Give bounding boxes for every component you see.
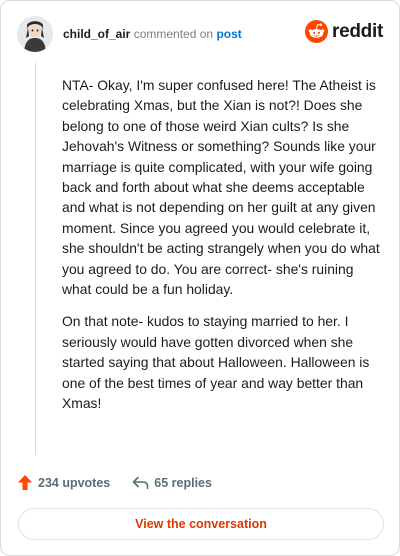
thread-line[interactable]: [35, 63, 36, 455]
upvote-button[interactable]: 234 upvotes: [17, 474, 110, 491]
comment-header: child_of_air commented on post reddit: [17, 15, 383, 53]
comment-body: NTA- Okay, I'm super confused here! The …: [62, 75, 380, 426]
user-avatar[interactable]: [17, 16, 53, 52]
comment-actions: 234 upvotes 65 replies: [17, 474, 212, 491]
comment-paragraph: On that note- kudos to staying married t…: [62, 313, 370, 412]
reply-count: 65 replies: [154, 475, 212, 490]
username[interactable]: child_of_air: [63, 27, 130, 41]
reply-arrow-icon: [132, 476, 149, 489]
action-text: commented on: [133, 27, 214, 41]
upvote-arrow-icon: [18, 475, 32, 490]
reddit-logo[interactable]: reddit: [305, 20, 383, 43]
comment-paragraph: NTA- Okay, I'm super confused here! The …: [62, 77, 380, 298]
replies-button[interactable]: 65 replies: [132, 476, 212, 490]
brand-wordmark: reddit: [332, 20, 383, 42]
comment-card: child_of_air commented on post reddit NT…: [0, 0, 400, 556]
comment-meta: child_of_air commented on post: [63, 27, 242, 41]
reddit-snoo-icon: [305, 20, 329, 43]
upvote-count: 234 upvotes: [38, 475, 111, 490]
avatar-icon: [17, 16, 53, 52]
view-conversation-button[interactable]: View the conversation: [18, 508, 384, 540]
post-link[interactable]: post: [216, 27, 241, 41]
view-conversation-label: View the conversation: [135, 517, 267, 531]
